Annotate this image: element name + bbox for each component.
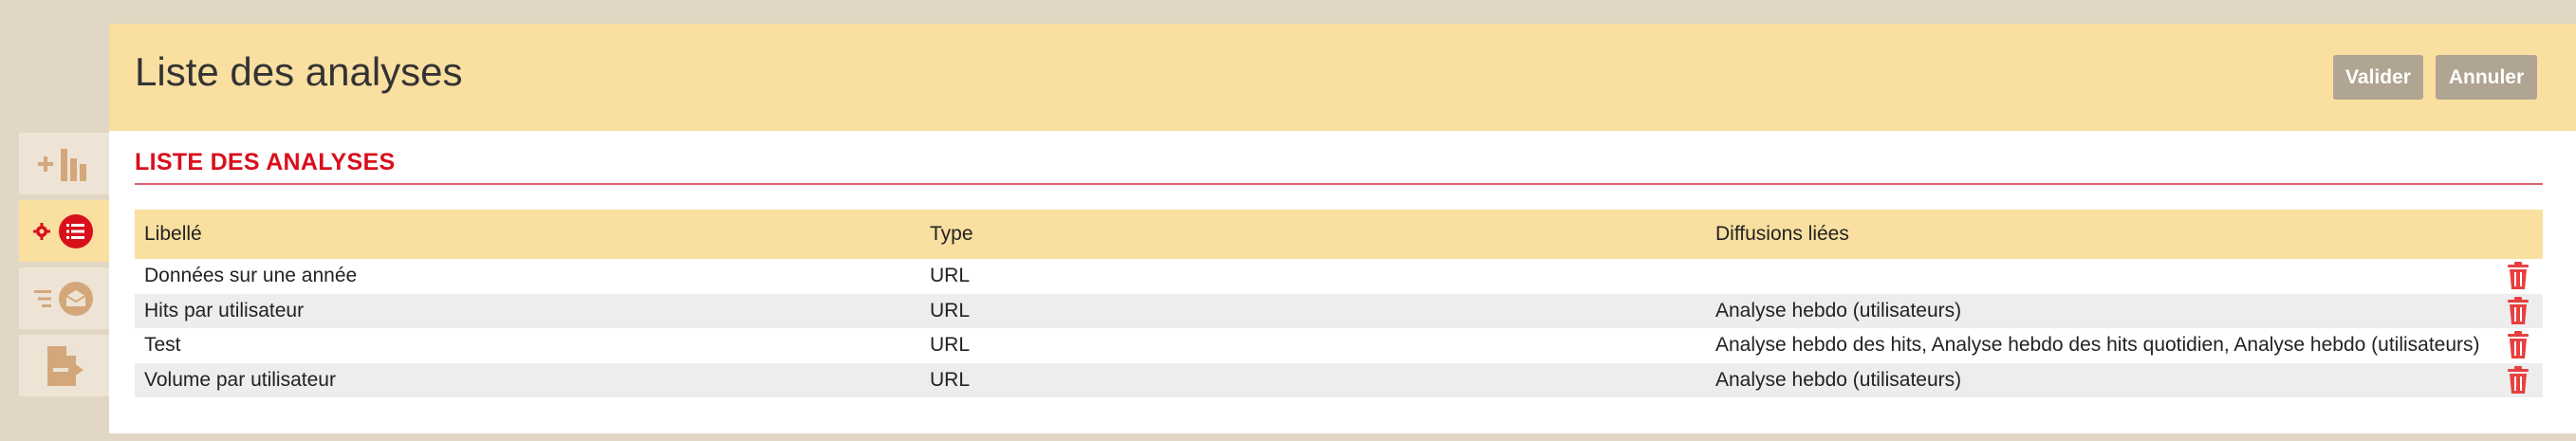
row-diffusions: Analyse hebdo des hits, Analyse hebdo de… xyxy=(1715,334,2480,357)
toolbar-analyses-list[interactable] xyxy=(19,200,109,262)
panel-header: Liste des analyses Valider Annuler xyxy=(109,24,2576,131)
validate-button[interactable]: Valider xyxy=(2333,55,2423,100)
delete-button[interactable] xyxy=(2493,262,2543,290)
delete-button[interactable] xyxy=(2493,331,2543,359)
toolbar-add-analysis[interactable] xyxy=(19,133,109,194)
column-header-type[interactable]: Type xyxy=(920,223,1706,246)
trash-icon xyxy=(2508,331,2529,359)
table-row[interactable]: Volume par utilisateur URL Analyse hebdo… xyxy=(135,362,2543,397)
row-label[interactable]: Volume par utilisateur xyxy=(135,369,920,392)
trash-icon xyxy=(2508,365,2529,394)
row-diffusions: Analyse hebdo (utilisateurs) xyxy=(1715,368,1962,391)
column-header-diffusions[interactable]: Diffusions liées xyxy=(1706,223,2493,246)
row-diffusions: Analyse hebdo (utilisateurs) xyxy=(1715,299,1962,322)
table-row[interactable]: Données sur une année URL xyxy=(135,259,2543,294)
row-type: URL xyxy=(930,265,971,287)
table-row[interactable]: Hits par utilisateur URL Analyse hebdo (… xyxy=(135,293,2543,328)
main-panel: Liste des analyses Valider Annuler LISTE… xyxy=(109,24,2576,433)
trash-icon xyxy=(2508,296,2529,324)
left-toolbar xyxy=(19,133,109,396)
toolbar-diffusions[interactable] xyxy=(19,267,109,329)
toolbar-export[interactable] xyxy=(19,335,109,396)
delete-button[interactable] xyxy=(2493,365,2543,395)
settings-list-icon xyxy=(32,213,93,248)
trash-icon xyxy=(2508,262,2529,290)
row-label[interactable]: Test xyxy=(135,334,920,357)
row-type: URL xyxy=(930,334,971,357)
analyses-table: Libellé Type Diffusions liées Données su… xyxy=(135,210,2543,397)
table-header: Libellé Type Diffusions liées xyxy=(135,210,2543,259)
page-title: Liste des analyses xyxy=(135,49,463,94)
document-export-icon xyxy=(46,345,83,386)
row-label[interactable]: Données sur une année xyxy=(135,265,920,287)
cancel-button[interactable]: Annuler xyxy=(2436,55,2537,100)
section-divider xyxy=(135,183,2543,185)
row-type: URL xyxy=(930,299,971,322)
row-type: URL xyxy=(930,368,971,391)
mail-list-icon xyxy=(33,281,93,316)
section-title: LISTE DES ANALYSES xyxy=(135,149,396,175)
app-stage: Liste des analyses Valider Annuler LISTE… xyxy=(0,0,2576,441)
column-header-label[interactable]: Libellé xyxy=(135,223,920,246)
add-chart-icon xyxy=(37,148,86,181)
delete-button[interactable] xyxy=(2493,296,2543,325)
row-label[interactable]: Hits par utilisateur xyxy=(135,300,920,322)
table-row[interactable]: Test URL Analyse hebdo des hits, Analyse… xyxy=(135,328,2543,363)
